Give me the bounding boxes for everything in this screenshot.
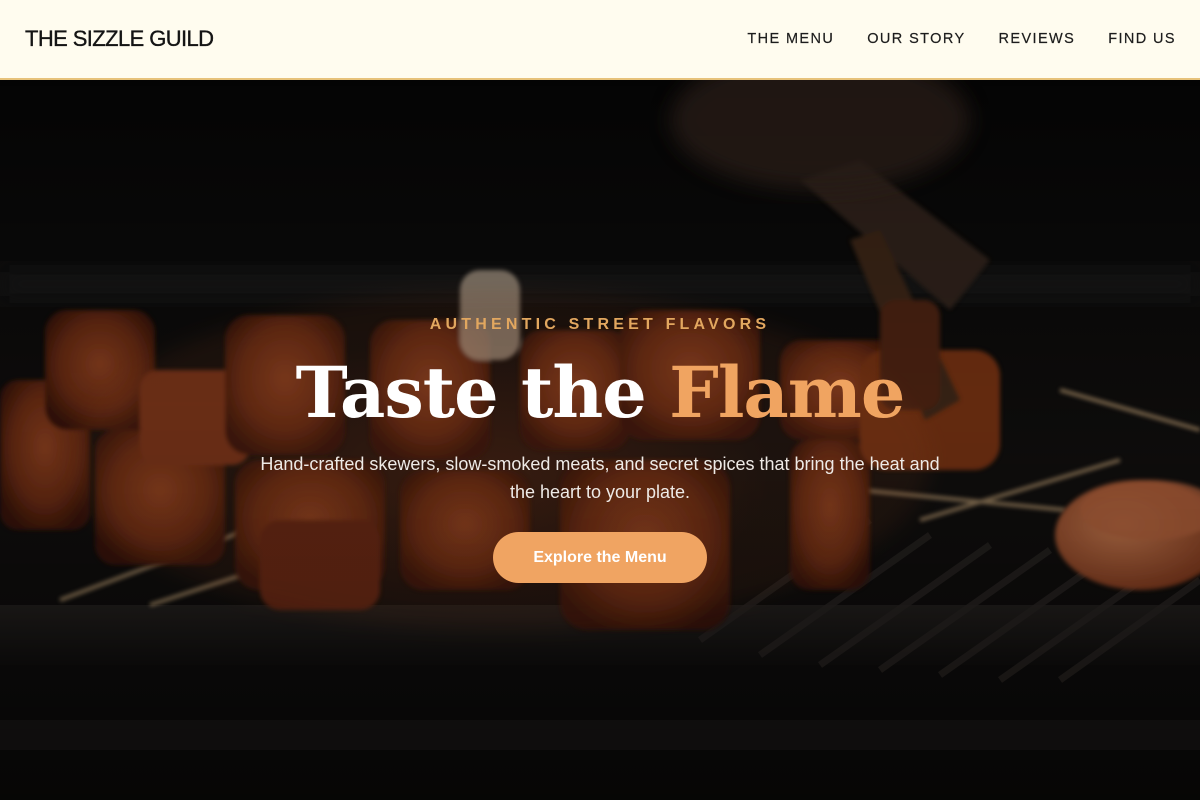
hero-headline: Taste the Flame [0,348,1200,438]
hero-section: AUTHENTIC STREET FLAVORS Taste the Flame… [0,80,1200,800]
hero-eyebrow: AUTHENTIC STREET FLAVORS [429,316,771,333]
hero-content: AUTHENTIC STREET FLAVORS Taste the Flame… [0,80,1200,800]
headline-lead: Taste the [295,351,647,434]
nav-link-story[interactable]: OUR STORY [867,31,965,47]
site-header: THE SIZZLE GUILD THE MENU OUR STORY REVI… [0,0,1200,80]
explore-menu-button[interactable]: Explore the Menu [493,532,707,583]
nav-link-reviews[interactable]: REVIEWS [998,31,1076,47]
brand-logo[interactable]: THE SIZZLE GUILD [25,26,214,52]
nav-link-menu[interactable]: THE MENU [747,31,834,47]
main-nav: THE MENU OUR STORY REVIEWS FIND US [747,31,1176,47]
headline-accent: Flame [669,351,905,434]
nav-link-find-us[interactable]: FIND US [1108,31,1176,47]
hero-subtitle: Hand-crafted skewers, slow-smoked meats,… [260,454,940,502]
